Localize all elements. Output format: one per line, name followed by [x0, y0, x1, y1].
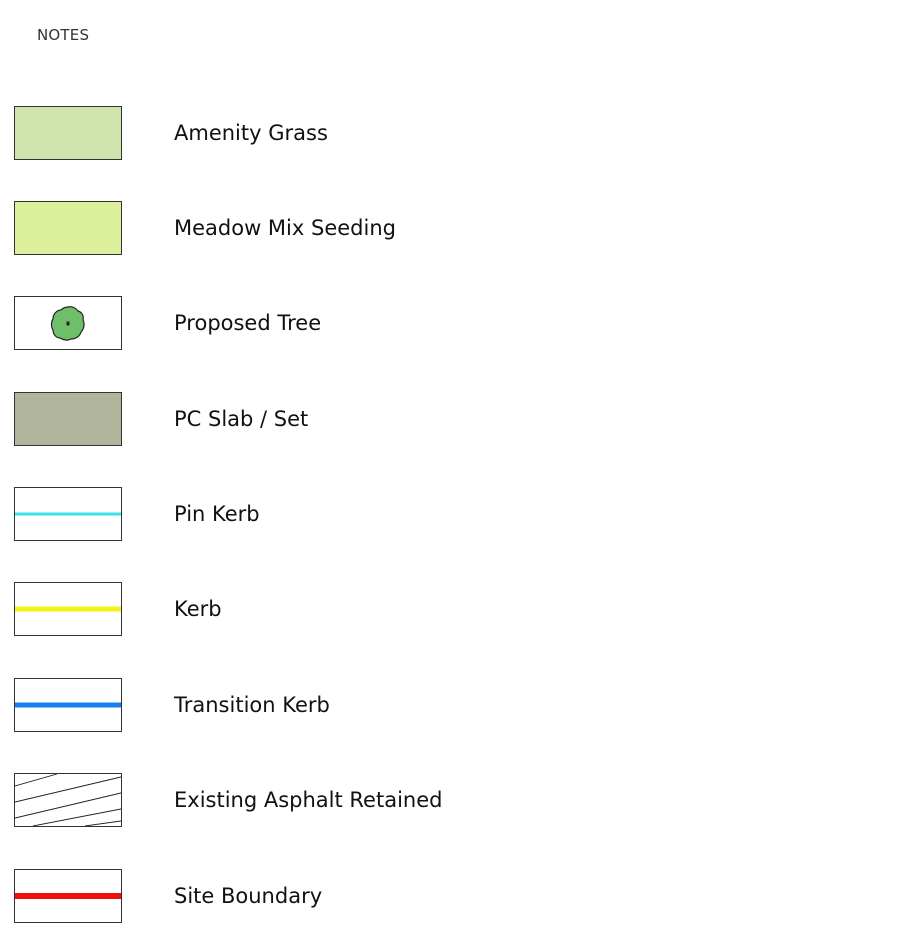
notes-title: NOTES: [37, 26, 90, 44]
legend-item-amenity-grass: Amenity Grass: [14, 106, 814, 160]
legend-label: Amenity Grass: [174, 121, 328, 145]
site-boundary-swatch: [14, 869, 122, 923]
kerb-line: [15, 606, 121, 612]
pc-slab-swatch: [14, 392, 122, 446]
kerb-swatch: [14, 582, 122, 636]
legend-label: Pin Kerb: [174, 502, 260, 526]
legend-label: Kerb: [174, 597, 222, 621]
legend-label: Proposed Tree: [174, 311, 322, 335]
legend-item-existing-asphalt: Existing Asphalt Retained: [14, 773, 814, 827]
meadow-mix-swatch: [14, 201, 122, 255]
tree-icon: [50, 306, 85, 341]
tree-swatch: [14, 296, 122, 350]
hatch-swatch: [14, 773, 122, 827]
legend-label: Transition Kerb: [174, 693, 330, 717]
legend-label: Existing Asphalt Retained: [174, 788, 443, 812]
hatch-pattern: [15, 774, 121, 826]
legend-item-site-boundary: Site Boundary: [14, 869, 814, 923]
legend-item-pc-slab: PC Slab / Set: [14, 392, 814, 446]
transition-kerb-swatch: [14, 678, 122, 732]
legend-label: Meadow Mix Seeding: [174, 216, 396, 240]
pin-kerb-line: [15, 512, 121, 516]
transition-kerb-line: [15, 702, 121, 708]
site-boundary-line: [15, 893, 121, 899]
pin-kerb-swatch: [14, 487, 122, 541]
legend-item-pin-kerb: Pin Kerb: [14, 487, 814, 541]
legend-item-meadow-mix: Meadow Mix Seeding: [14, 201, 814, 255]
legend-item-proposed-tree: Proposed Tree: [14, 296, 814, 350]
legend-label: PC Slab / Set: [174, 407, 309, 431]
legend-label: Site Boundary: [174, 884, 323, 908]
amenity-grass-swatch: [14, 106, 122, 160]
legend-item-transition-kerb: Transition Kerb: [14, 678, 814, 732]
legend-item-kerb: Kerb: [14, 582, 814, 636]
